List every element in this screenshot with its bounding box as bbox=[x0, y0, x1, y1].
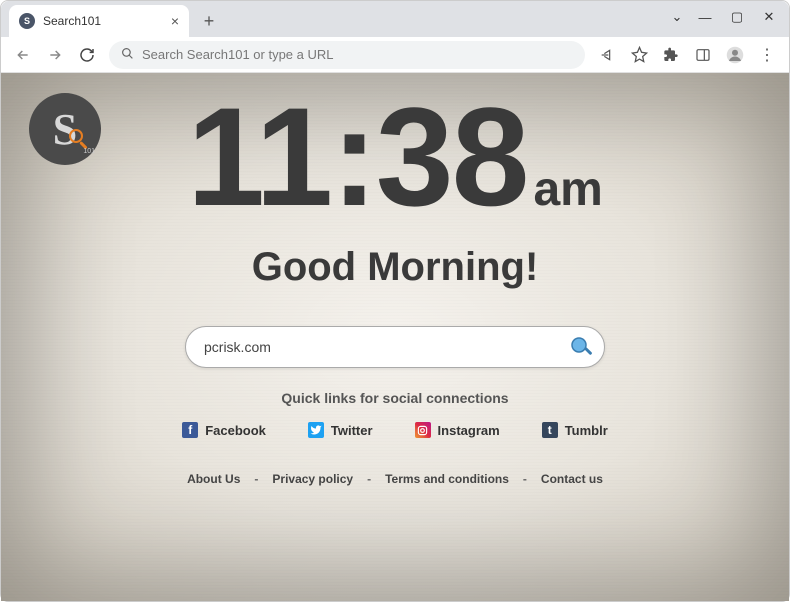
avatar-icon bbox=[726, 46, 744, 64]
clock: 11:38 am bbox=[187, 87, 603, 227]
omnibox[interactable]: Search Search101 or type a URL bbox=[109, 41, 585, 69]
puzzle-icon bbox=[663, 47, 679, 63]
omnibox-placeholder: Search Search101 or type a URL bbox=[142, 47, 334, 62]
social-facebook[interactable]: f Facebook bbox=[182, 422, 266, 438]
tab-dropdown-icon[interactable]: ⌄ bbox=[667, 5, 687, 29]
arrow-left-icon bbox=[15, 47, 31, 63]
forward-button[interactable] bbox=[41, 41, 69, 69]
social-label: Tumblr bbox=[565, 423, 608, 438]
facebook-icon: f bbox=[182, 422, 198, 438]
browser-window: S Search101 × + ⌄ — ▢ ✕ Search Search101… bbox=[0, 0, 790, 602]
main-content: 11:38 am Good Morning! Quick links for s… bbox=[1, 73, 789, 601]
magnifier-icon bbox=[569, 335, 593, 359]
bookmark-button[interactable] bbox=[625, 41, 653, 69]
extensions-button[interactable] bbox=[657, 41, 685, 69]
social-label: Instagram bbox=[438, 423, 500, 438]
arrow-right-icon bbox=[47, 47, 63, 63]
tab-title: Search101 bbox=[43, 14, 101, 28]
social-label: Facebook bbox=[205, 423, 266, 438]
footer-links: About Us - Privacy policy - Terms and co… bbox=[187, 472, 603, 486]
close-tab-icon[interactable]: × bbox=[171, 13, 179, 29]
footer-contact[interactable]: Contact us bbox=[541, 472, 603, 486]
share-icon bbox=[599, 47, 615, 63]
search-input[interactable] bbox=[204, 339, 564, 355]
back-button[interactable] bbox=[9, 41, 37, 69]
search-box[interactable] bbox=[185, 326, 605, 368]
clock-time: 11:38 bbox=[187, 87, 527, 227]
profile-button[interactable] bbox=[721, 41, 749, 69]
panel-icon bbox=[695, 47, 711, 63]
toolbar: Search Search101 or type a URL ⋮ bbox=[1, 37, 789, 73]
separator: - bbox=[367, 472, 371, 486]
browser-tab[interactable]: S Search101 × bbox=[9, 5, 189, 37]
close-window-button[interactable]: ✕ bbox=[755, 5, 783, 29]
tab-favicon: S bbox=[19, 13, 35, 29]
social-twitter[interactable]: Twitter bbox=[308, 422, 373, 438]
minimize-button[interactable]: — bbox=[691, 5, 719, 29]
social-tumblr[interactable]: t Tumblr bbox=[542, 422, 608, 438]
separator: - bbox=[523, 472, 527, 486]
instagram-icon bbox=[415, 422, 431, 438]
footer-about[interactable]: About Us bbox=[187, 472, 240, 486]
page-content: S 101 11:38 am Good Morning! Quick links… bbox=[1, 73, 789, 601]
footer-privacy[interactable]: Privacy policy bbox=[272, 472, 353, 486]
star-icon bbox=[631, 46, 648, 63]
social-label: Twitter bbox=[331, 423, 373, 438]
twitter-icon bbox=[308, 422, 324, 438]
footer-terms[interactable]: Terms and conditions bbox=[385, 472, 509, 486]
menu-button[interactable]: ⋮ bbox=[753, 41, 781, 69]
clock-ampm: am bbox=[533, 162, 602, 217]
titlebar: S Search101 × + ⌄ — ▢ ✕ bbox=[1, 1, 789, 37]
kebab-icon: ⋮ bbox=[759, 45, 775, 65]
sidepanel-button[interactable] bbox=[689, 41, 717, 69]
separator: - bbox=[254, 472, 258, 486]
social-instagram[interactable]: Instagram bbox=[415, 422, 500, 438]
social-links: f Facebook Twitter Instagram t bbox=[182, 422, 608, 438]
window-controls: ⌄ — ▢ ✕ bbox=[667, 5, 783, 29]
tumblr-icon: t bbox=[542, 422, 558, 438]
quicklinks-label: Quick links for social connections bbox=[281, 390, 508, 406]
search-icon bbox=[121, 47, 134, 63]
new-tab-button[interactable]: + bbox=[195, 7, 223, 35]
share-button[interactable] bbox=[593, 41, 621, 69]
reload-button[interactable] bbox=[73, 41, 101, 69]
greeting-text: Good Morning! bbox=[252, 245, 539, 290]
search-button[interactable] bbox=[564, 330, 598, 364]
maximize-button[interactable]: ▢ bbox=[723, 5, 751, 29]
reload-icon bbox=[79, 47, 95, 63]
